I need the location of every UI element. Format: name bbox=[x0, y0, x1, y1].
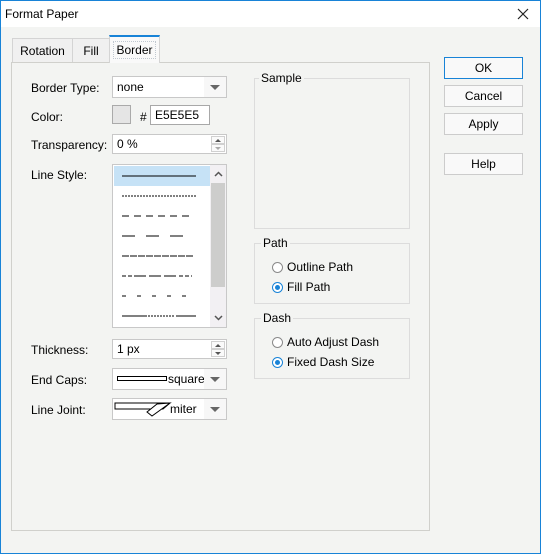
transparency-spinner[interactable]: 0 % bbox=[112, 134, 227, 154]
increment-button[interactable] bbox=[211, 341, 225, 349]
arrow-up-icon bbox=[215, 138, 221, 142]
chevron-up-icon bbox=[213, 171, 223, 177]
end-caps-value: square bbox=[168, 372, 205, 386]
help-button[interactable]: Help bbox=[444, 153, 523, 175]
border-type-value: none bbox=[117, 80, 144, 94]
decrement-button[interactable] bbox=[211, 144, 225, 152]
line-style-dot-sparse[interactable] bbox=[114, 286, 210, 306]
line-style-solid[interactable] bbox=[114, 166, 210, 186]
fill-path-radio[interactable]: Fill Path bbox=[272, 280, 330, 294]
hash-symbol: # bbox=[140, 110, 147, 124]
chevron-down-icon bbox=[204, 399, 226, 419]
tab-label: Rotation bbox=[20, 43, 65, 58]
auto-adjust-dash-radio[interactable]: Auto Adjust Dash bbox=[272, 335, 379, 349]
thickness-spinner[interactable]: 1 px bbox=[112, 339, 227, 359]
line-dash-long-icon bbox=[122, 235, 184, 237]
line-joint-value: miter bbox=[170, 402, 197, 416]
thickness-value: 1 px bbox=[117, 342, 140, 356]
line-solid-icon bbox=[122, 175, 196, 177]
color-label: Color: bbox=[31, 110, 64, 124]
fixed-dash-size-label: Fixed Dash Size bbox=[287, 355, 375, 369]
scroll-up-button[interactable] bbox=[210, 165, 226, 183]
radio-unchecked-icon bbox=[272, 261, 283, 273]
radio-unchecked-icon bbox=[272, 336, 283, 348]
title-bar: Format Paper bbox=[1, 1, 540, 27]
apply-button[interactable]: Apply bbox=[444, 113, 523, 135]
line-style-long-short-long[interactable] bbox=[114, 306, 210, 326]
line-style-dash-dot-mixed[interactable] bbox=[114, 266, 210, 286]
close-icon bbox=[517, 8, 529, 20]
line-style-scrollbar[interactable] bbox=[210, 165, 226, 327]
line-style-dash-short[interactable] bbox=[114, 186, 210, 206]
radio-checked-icon bbox=[272, 281, 283, 293]
arrow-down-icon bbox=[215, 146, 221, 150]
line-style-list[interactable] bbox=[112, 164, 227, 328]
arrow-up-icon bbox=[215, 343, 221, 347]
square-cap-icon bbox=[117, 376, 167, 381]
line-dash-mixed-icon bbox=[122, 275, 192, 277]
end-caps-label: End Caps: bbox=[31, 373, 88, 387]
sample-group: Sample bbox=[254, 71, 410, 229]
color-hex-value: E5E5E5 bbox=[155, 108, 200, 122]
sample-legend: Sample bbox=[259, 71, 304, 85]
chevron-down-icon bbox=[204, 77, 226, 97]
tab-fill[interactable]: Fill bbox=[72, 38, 110, 62]
line-dot-sparse-icon bbox=[122, 295, 188, 297]
tab-label: Border bbox=[113, 41, 156, 59]
tab-label: Fill bbox=[83, 43, 99, 58]
line-style-dash-medium[interactable] bbox=[114, 206, 210, 226]
line-dash-short-icon bbox=[122, 195, 196, 197]
transparency-label: Transparency: bbox=[31, 138, 108, 152]
dash-legend: Dash bbox=[261, 311, 294, 325]
fill-path-label: Fill Path bbox=[287, 280, 331, 294]
window-title: Format Paper bbox=[5, 7, 79, 21]
increment-button[interactable] bbox=[211, 136, 225, 144]
color-hex-input[interactable]: E5E5E5 bbox=[150, 105, 210, 125]
line-style-dash-dense[interactable] bbox=[114, 246, 210, 266]
line-long-short-icon bbox=[122, 315, 196, 317]
fixed-dash-size-radio[interactable]: Fixed Dash Size bbox=[272, 355, 374, 369]
line-style-label: Line Style: bbox=[31, 168, 88, 182]
decrement-button[interactable] bbox=[211, 349, 225, 357]
end-caps-select[interactable]: square bbox=[112, 368, 227, 390]
scroll-down-button[interactable] bbox=[210, 309, 226, 327]
close-button[interactable] bbox=[506, 1, 540, 27]
thickness-label: Thickness: bbox=[31, 343, 89, 357]
outline-path-radio[interactable]: Outline Path bbox=[272, 260, 353, 274]
line-dash-medium-icon bbox=[122, 215, 190, 217]
ok-button[interactable]: OK bbox=[444, 57, 523, 79]
path-legend: Path bbox=[261, 236, 290, 250]
format-paper-dialog: Format Paper Rotation Fill Border Border… bbox=[0, 0, 541, 554]
chevron-down-icon bbox=[213, 315, 223, 321]
radio-checked-icon bbox=[272, 356, 283, 368]
tab-rotation[interactable]: Rotation bbox=[12, 38, 73, 62]
transparency-value: 0 % bbox=[117, 137, 138, 151]
auto-adjust-dash-label: Auto Adjust Dash bbox=[287, 335, 380, 349]
cancel-button[interactable]: Cancel bbox=[444, 85, 523, 107]
line-joint-select[interactable]: miter bbox=[112, 398, 227, 420]
border-type-label: Border Type: bbox=[31, 81, 100, 95]
line-dash-dense-icon bbox=[122, 255, 194, 257]
scrollbar-thumb[interactable] bbox=[211, 183, 225, 287]
outline-path-label: Outline Path bbox=[287, 260, 354, 274]
border-type-select[interactable]: none bbox=[112, 76, 227, 98]
arrow-down-icon bbox=[215, 351, 221, 355]
line-style-dash-long[interactable] bbox=[114, 226, 210, 246]
tab-border[interactable]: Border bbox=[109, 35, 160, 63]
miter-joint-icon bbox=[114, 402, 172, 417]
line-joint-label: Line Joint: bbox=[31, 403, 86, 417]
chevron-down-icon bbox=[204, 369, 226, 389]
color-swatch[interactable] bbox=[112, 105, 131, 124]
